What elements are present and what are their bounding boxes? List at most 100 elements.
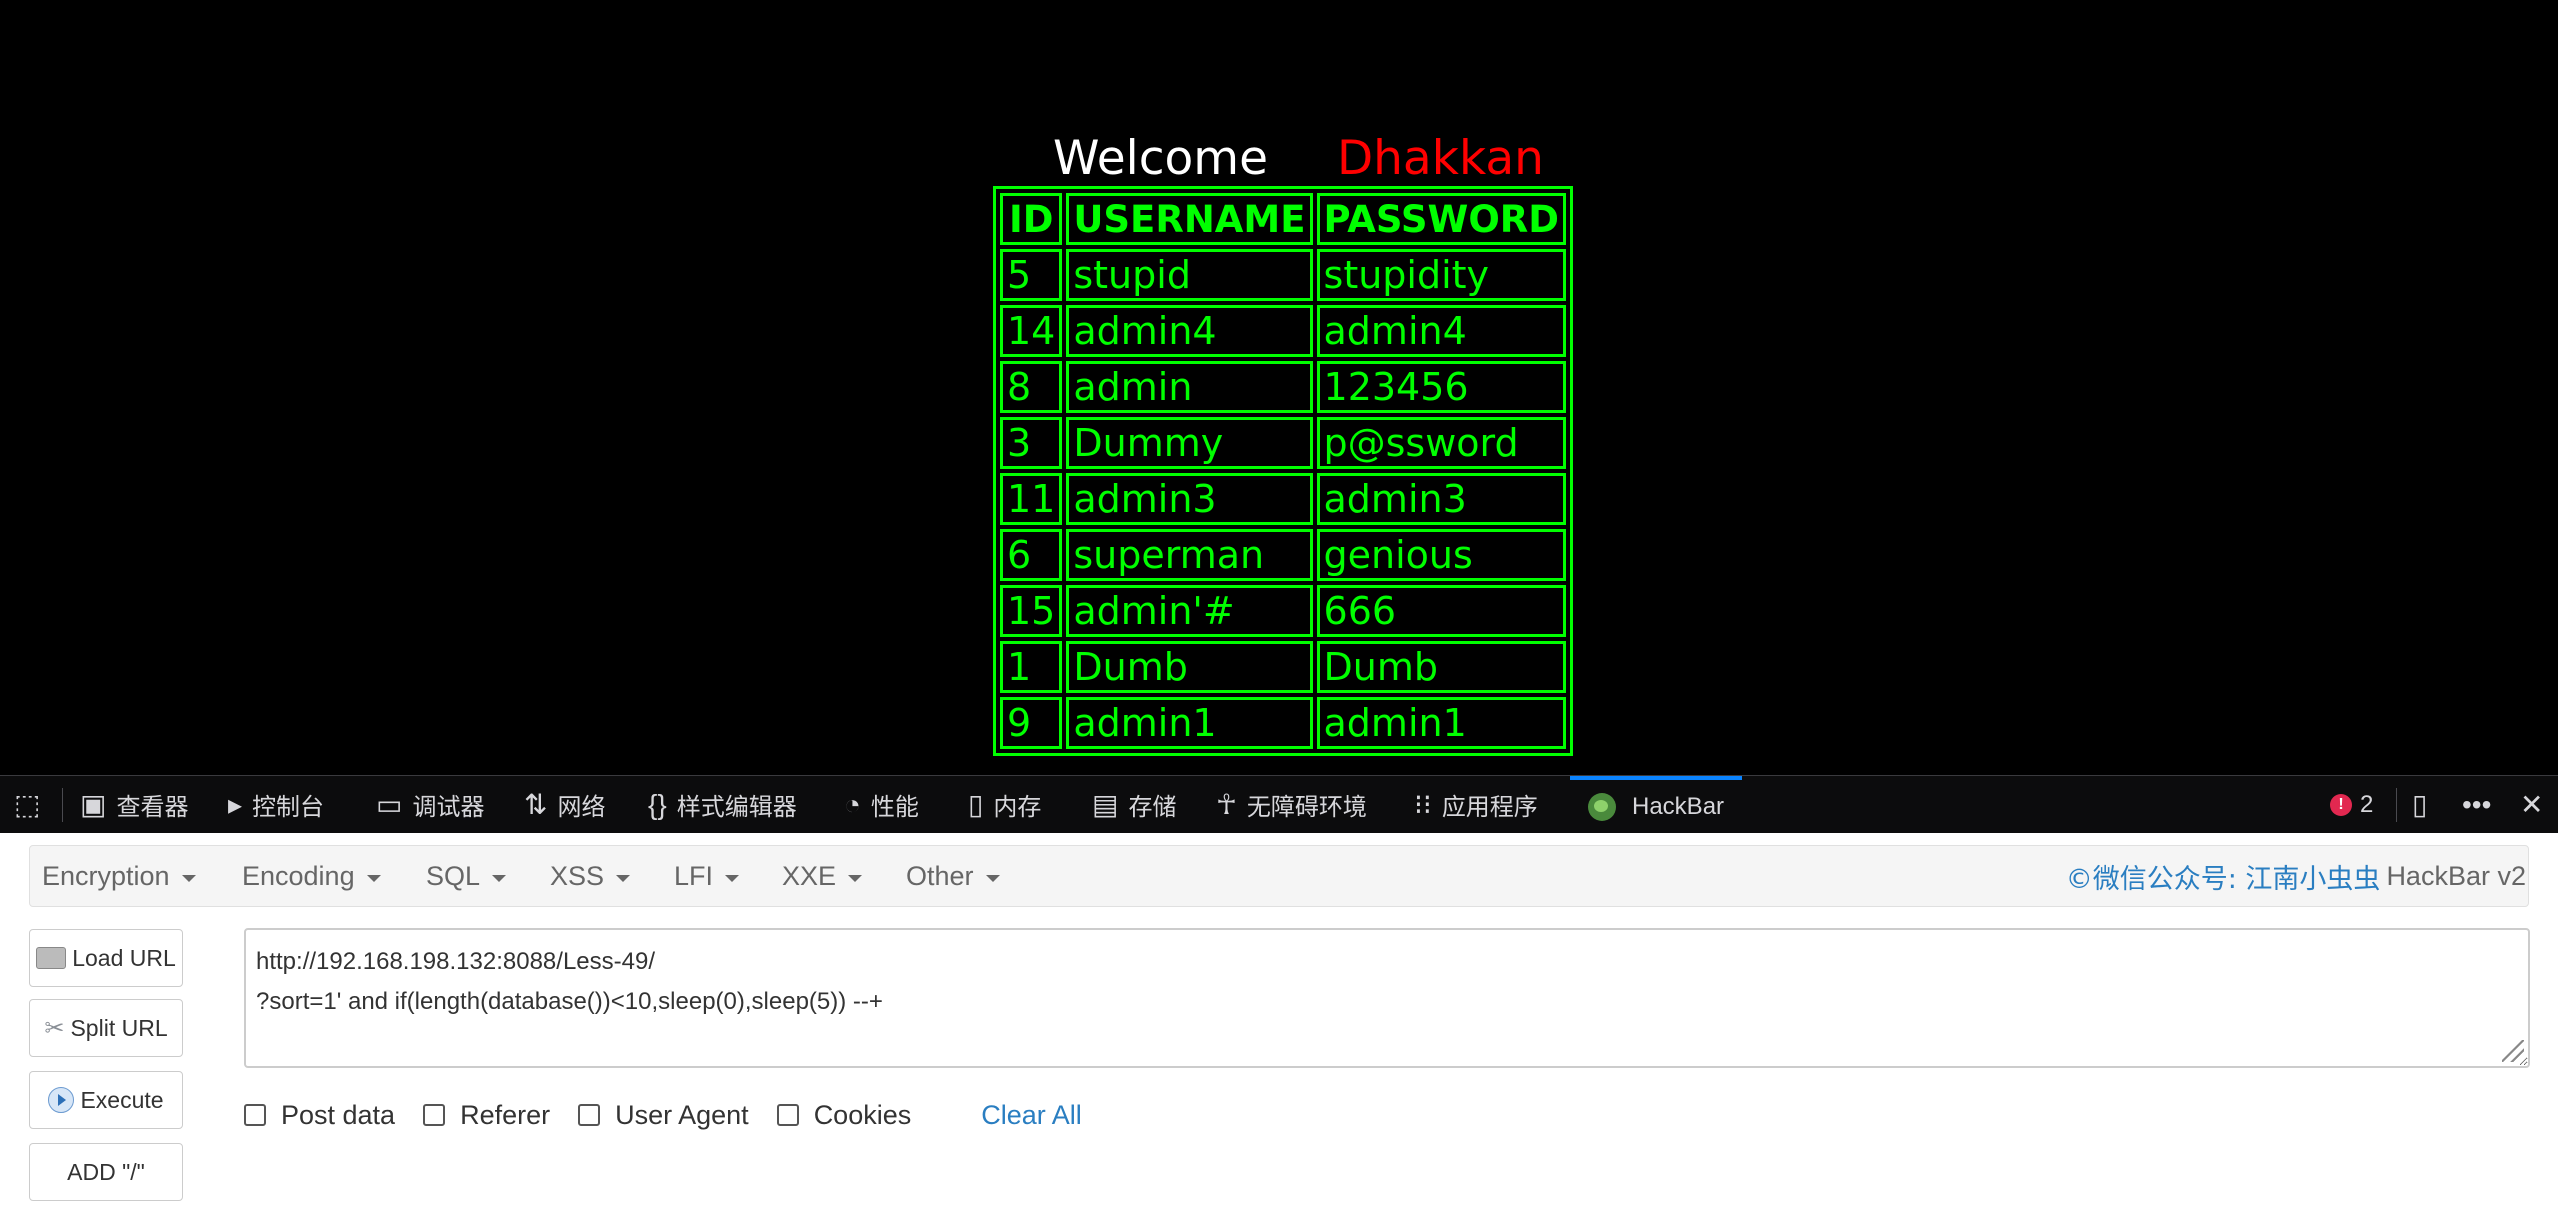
- cell-id: 1: [1000, 641, 1063, 693]
- close-devtools-button[interactable]: ✕: [2520, 776, 2553, 833]
- menu-lfi[interactable]: LFI: [674, 846, 740, 906]
- cell-password: admin3: [1316, 473, 1566, 525]
- hackbar-panel: Encryption Encoding SQL XSS LFI XXE Othe…: [0, 833, 2558, 1214]
- more-options-button[interactable]: •••: [2462, 776, 2501, 833]
- tab-storage[interactable]: ▤ 存储: [1092, 776, 1176, 833]
- accessibility-icon: ☥: [1216, 788, 1237, 820]
- error-icon: !: [2330, 793, 2352, 816]
- clear-all-link[interactable]: Clear All: [981, 1100, 1082, 1131]
- button-label: ADD "/": [67, 1158, 145, 1185]
- cell-id: 5: [1000, 249, 1063, 301]
- style-editor-icon: {}: [648, 788, 667, 820]
- tab-label: 性能: [870, 794, 919, 821]
- caret-down-icon: [181, 874, 196, 882]
- cell-id: 11: [1000, 473, 1063, 525]
- cell-username: admin4: [1066, 305, 1313, 357]
- split-url-button[interactable]: ✂ Split URL: [29, 999, 183, 1057]
- url-textarea[interactable]: http://192.168.198.132:8088/Less-49/ ?so…: [244, 928, 2530, 1068]
- menu-label: LFI: [674, 860, 714, 891]
- url-line: ?sort=1' and if(length(database())<10,sl…: [256, 988, 883, 1015]
- tab-application[interactable]: ⁝⁝ 应用程序: [1414, 776, 1538, 833]
- toolbar-divider: [62, 788, 63, 822]
- scissors-icon: ✂: [44, 1014, 65, 1042]
- cell-password: admin1: [1316, 697, 1566, 749]
- tab-debugger[interactable]: ▭ 调试器: [376, 776, 484, 833]
- tab-inspector[interactable]: ▣ 查看器: [80, 776, 188, 833]
- menu-sql[interactable]: SQL: [426, 846, 507, 906]
- option-label: User Agent: [615, 1099, 749, 1130]
- welcome-word: Welcome: [1053, 131, 1268, 186]
- resize-handle-icon[interactable]: [2502, 1040, 2524, 1062]
- tab-label: 应用程序: [1441, 794, 1538, 821]
- cell-id: 14: [1000, 305, 1063, 357]
- cell-username: Dumb: [1066, 641, 1313, 693]
- cookies-checkbox[interactable]: [776, 1104, 799, 1126]
- user-agent-checkbox[interactable]: [578, 1104, 601, 1126]
- cell-id: 6: [1000, 529, 1063, 581]
- element-picker-button[interactable]: ⬚: [14, 776, 50, 833]
- post-data-checkbox[interactable]: [244, 1104, 266, 1126]
- tab-label: 存储: [1128, 794, 1177, 821]
- menu-xss[interactable]: XSS: [550, 846, 631, 906]
- tab-label: 样式编辑器: [676, 794, 797, 821]
- cell-id: 15: [1000, 585, 1063, 637]
- tab-accessibility[interactable]: ☥ 无障碍环境: [1216, 776, 1367, 833]
- option-cookies[interactable]: Cookies: [776, 1099, 912, 1131]
- button-label: Split URL: [70, 1014, 168, 1041]
- menu-other[interactable]: Other: [906, 846, 1000, 906]
- header-id: ID: [1000, 193, 1063, 245]
- option-user-agent[interactable]: User Agent: [578, 1100, 749, 1131]
- referer-checkbox[interactable]: [423, 1104, 446, 1126]
- option-post-data[interactable]: Post data: [244, 1100, 395, 1131]
- error-count-button[interactable]: ! 2: [2330, 776, 2373, 833]
- play-icon: [48, 1087, 75, 1113]
- cell-username: admin: [1066, 361, 1313, 413]
- add-slash-button[interactable]: ADD "/": [29, 1143, 183, 1201]
- menu-label: Other: [906, 860, 974, 891]
- credit-version: HackBar v2: [2386, 860, 2526, 891]
- table-row: 1 Dumb Dumb: [1000, 641, 1566, 693]
- table-row: 15 admin'# 666: [1000, 585, 1566, 637]
- request-options: Post data Referer User Agent Cookies Cle…: [244, 1095, 1082, 1135]
- menu-encryption[interactable]: Encryption: [42, 846, 196, 906]
- responsive-design-button[interactable]: ▯: [2412, 776, 2437, 833]
- menu-encoding[interactable]: Encoding: [242, 846, 381, 906]
- cell-id: 9: [1000, 697, 1063, 749]
- more-options-icon: •••: [2462, 788, 2492, 820]
- cell-username: admin1: [1066, 697, 1313, 749]
- menu-xxe[interactable]: XXE: [782, 846, 863, 906]
- tab-network[interactable]: ⇅ 网络: [524, 776, 605, 833]
- page-viewport: Welcome Dhakkan ID USERNAME PASSWORD 5 s…: [0, 0, 2558, 775]
- menu-label: XXE: [782, 860, 837, 891]
- caret-down-icon: [492, 874, 507, 882]
- option-referer[interactable]: Referer: [423, 1100, 550, 1131]
- tab-performance[interactable]: ◔ 性能: [844, 776, 919, 833]
- table-row: 6 superman genious: [1000, 529, 1566, 581]
- cell-password: stupidity: [1316, 249, 1566, 301]
- welcome-heading: Welcome Dhakkan: [1053, 128, 1544, 190]
- tab-label: 内存: [993, 794, 1042, 821]
- load-url-icon: [36, 947, 67, 969]
- hackbar-menu: Encryption Encoding SQL XSS LFI XXE Othe…: [29, 845, 2529, 907]
- cell-password: Dumb: [1316, 641, 1566, 693]
- execute-button[interactable]: Execute: [29, 1071, 183, 1129]
- table-header-row: ID USERNAME PASSWORD: [1000, 193, 1566, 245]
- option-label: Referer: [460, 1099, 551, 1130]
- credit-link[interactable]: ©微信公众号: 江南小虫虫: [2066, 857, 2381, 896]
- cell-username: admin3: [1066, 473, 1313, 525]
- network-icon: ⇅: [524, 788, 548, 820]
- tab-label: 控制台: [252, 794, 325, 821]
- cell-username: admin'#: [1066, 585, 1313, 637]
- tab-hackbar[interactable]: HackBar: [1570, 776, 1743, 833]
- tab-style-editor[interactable]: {} 样式编辑器: [648, 776, 797, 833]
- caret-down-icon: [616, 874, 631, 882]
- button-label: Load URL: [72, 944, 176, 971]
- cell-password: p@ssword: [1316, 417, 1566, 469]
- cell-password: 666: [1316, 585, 1566, 637]
- tab-console[interactable]: ▸ 控制台: [228, 776, 324, 833]
- header-username: USERNAME: [1066, 193, 1313, 245]
- load-url-button[interactable]: Load URL: [29, 929, 183, 987]
- option-label: Cookies: [813, 1099, 912, 1130]
- toolbar-divider: [2396, 788, 2397, 822]
- tab-memory[interactable]: ▯ 内存: [968, 776, 1041, 833]
